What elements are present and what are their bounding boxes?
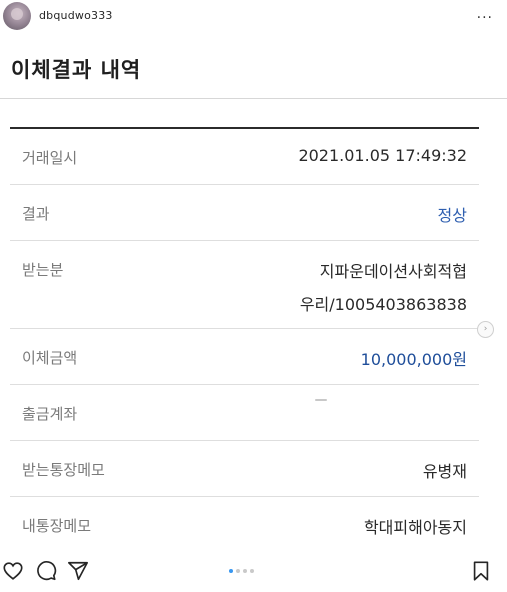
row-label: 내통장메모 bbox=[22, 517, 92, 535]
heart-icon[interactable] bbox=[2, 560, 24, 582]
row-label: 받는분 bbox=[22, 261, 64, 279]
more-icon[interactable]: ... bbox=[477, 6, 493, 22]
row-value: 지파운데이션사회적협 bbox=[319, 262, 467, 281]
bookmark-icon[interactable] bbox=[470, 560, 492, 582]
post-header: dbqudwo333 ... bbox=[0, 0, 507, 34]
next-arrow-icon[interactable]: › bbox=[477, 321, 494, 338]
carousel-dot[interactable] bbox=[243, 569, 247, 573]
carousel-dot[interactable] bbox=[236, 569, 240, 573]
post-image: 이체결과 내역 거래일시 2021.01.05 17:49:32 결과 정상 받… bbox=[0, 34, 507, 550]
row-label: 결과 bbox=[22, 205, 50, 223]
carousel-dot[interactable] bbox=[229, 569, 233, 573]
comment-icon[interactable] bbox=[35, 560, 57, 582]
row-value: 학대피해아동지 bbox=[363, 518, 467, 537]
redacted-mark bbox=[315, 399, 327, 401]
carousel-dot[interactable] bbox=[250, 569, 254, 573]
table-row: 출금계좌 bbox=[10, 385, 479, 441]
table-row: 받는분 지파운데이션사회적협 우리/1005403863838 bbox=[10, 241, 479, 329]
table-row: 내통장메모 학대피해아동지 bbox=[10, 497, 479, 552]
username[interactable]: dbqudwo333 bbox=[39, 9, 113, 22]
row-label: 출금계좌 bbox=[22, 405, 78, 423]
row-value: 2021.01.05 17:49:32 bbox=[298, 146, 467, 165]
row-value: 10,000,000원 bbox=[360, 350, 467, 369]
table-row: 거래일시 2021.01.05 17:49:32 bbox=[10, 129, 479, 185]
row-label: 이체금액 bbox=[22, 349, 78, 367]
table-row: 결과 정상 bbox=[10, 185, 479, 241]
avatar[interactable] bbox=[3, 2, 31, 30]
row-label: 거래일시 bbox=[22, 149, 78, 167]
table-row: 받는통장메모 유병재 bbox=[10, 441, 479, 497]
share-icon[interactable] bbox=[67, 560, 89, 582]
row-value: 우리/1005403863838 bbox=[299, 295, 467, 314]
row-value: 유병재 bbox=[422, 462, 467, 481]
row-value: 정상 bbox=[437, 206, 467, 225]
action-bar bbox=[0, 552, 507, 592]
table-row: 이체금액 10,000,000원 bbox=[10, 329, 479, 385]
row-label: 받는통장메모 bbox=[22, 461, 105, 479]
divider bbox=[0, 98, 507, 99]
page-title: 이체결과 내역 bbox=[11, 58, 142, 82]
